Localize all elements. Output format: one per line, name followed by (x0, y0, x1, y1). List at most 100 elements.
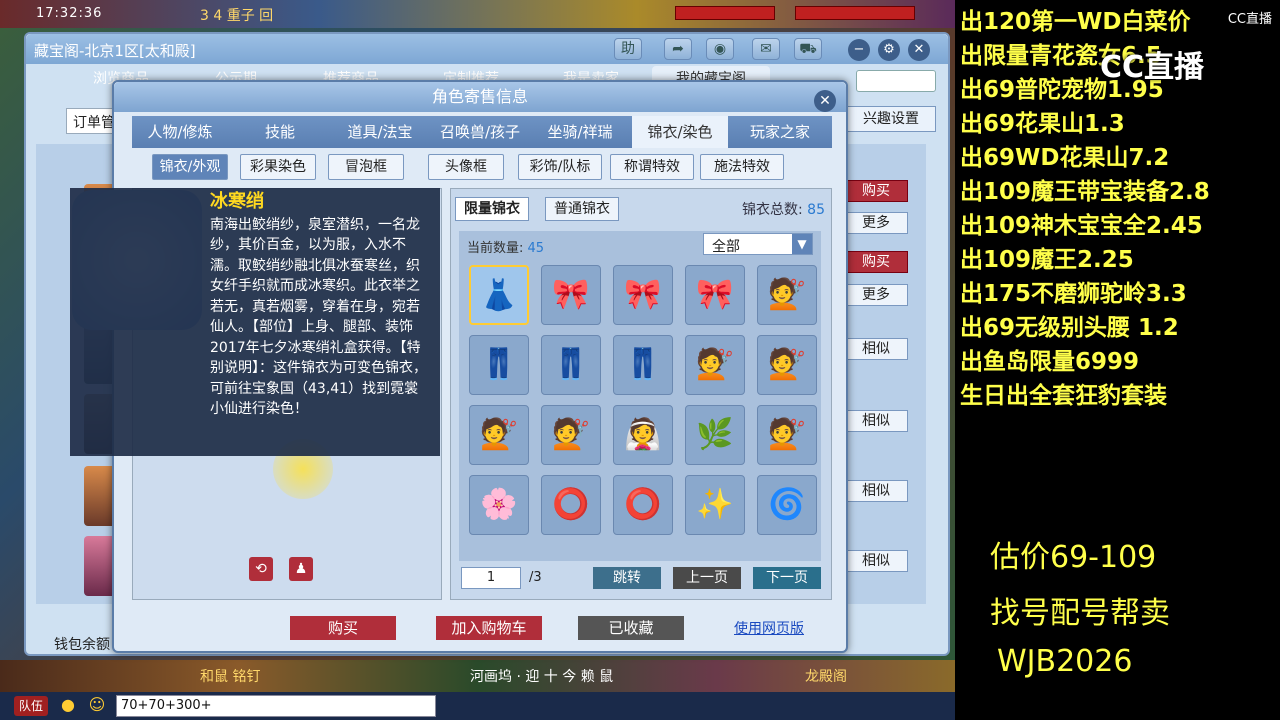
modal-title: 角色寄售信息 (114, 82, 846, 112)
game-top-bar: 17:32:36 3 4 重子 回 (0, 0, 955, 28)
next-page-button[interactable]: 下一页 (753, 567, 821, 589)
subtab-bubble[interactable]: 冒泡框 (328, 154, 404, 180)
settings-icon[interactable]: ⚙ (878, 39, 900, 61)
filter-select[interactable]: 全部 ▼ (703, 233, 813, 255)
subtab-spell-effect[interactable]: 施法特效 (700, 154, 784, 180)
outfit-grid: 当前数量: 45 全部 ▼ 👗 🎀 🎀 🎀 💇 👖 👖 👖 💇 💇 💇 💇 👰 🌿… (459, 231, 821, 561)
share-icon[interactable]: ➦ (664, 38, 692, 60)
scene-label-left: 和鼠 铭钉 (200, 669, 261, 685)
tab-mounts[interactable]: 坐骑/祥瑞 (532, 116, 628, 148)
cc-logo: CC直播 (1227, 12, 1272, 27)
outfit-item[interactable]: 👖 (469, 335, 529, 395)
saved-button[interactable]: 已收藏 (578, 616, 684, 640)
outfit-item[interactable]: 👖 (613, 335, 673, 395)
outfit-item[interactable]: 🎀 (613, 265, 673, 325)
current-count-value: 45 (527, 241, 545, 256)
emoji-icon[interactable]: ☺ (86, 695, 108, 717)
subtab-decoration[interactable]: 彩饰/队标 (518, 154, 602, 180)
outfit-total-label: 锦衣总数: (742, 202, 803, 218)
outfit-item[interactable]: 🌸 (469, 475, 529, 535)
action-icon[interactable]: ♟ (289, 557, 313, 581)
row-similar-button[interactable]: 相似 (844, 338, 908, 360)
search-input[interactable] (856, 70, 936, 92)
outfit-item[interactable]: 💇 (757, 405, 817, 465)
rotate-icon[interactable]: ⟲ (249, 557, 273, 581)
outfit-item[interactable]: 👗 (469, 265, 529, 325)
buy-button[interactable]: 购买 (290, 616, 396, 640)
chat-input[interactable]: 70+70+300+ (116, 695, 436, 717)
add-to-cart-button[interactable]: 加入购物车 (436, 616, 542, 640)
tab-home[interactable]: 玩家之家 (732, 116, 828, 148)
page-total: /3 (529, 570, 542, 585)
help-button[interactable]: 助 (614, 38, 642, 60)
game-top-names: 3 4 重子 回 (200, 8, 274, 24)
sale-line: 出109魔王带宝装备2.8 (960, 179, 1210, 205)
row-buy-button[interactable]: 购买 (844, 251, 908, 273)
outfit-item[interactable]: ✨ (685, 475, 745, 535)
outfit-item[interactable]: 💇 (541, 405, 601, 465)
scene-label-mid: 河画坞 · 迎 十 今 赖 鼠 (470, 669, 614, 685)
row-similar-button[interactable]: 相似 (844, 550, 908, 572)
service-text: 找号配号帮卖 (990, 596, 1170, 631)
prev-page-button[interactable]: 上一页 (673, 567, 741, 589)
estimate-text: 估价69-109 (990, 540, 1157, 575)
row-more-button[interactable]: 更多 (844, 284, 908, 306)
outfit-total: 锦衣总数: 85 (742, 199, 825, 219)
outfit-item[interactable]: 💇 (757, 265, 817, 325)
sale-line: 出109神木宝宝全2.45 (960, 213, 1203, 239)
outfit-item[interactable]: ⭕ (613, 475, 673, 535)
sale-line: 出109魔王2.25 (960, 247, 1134, 273)
tab-limited-outfit[interactable]: 限量锦衣 (455, 197, 529, 221)
sale-line: 出120第一WD白菜价 (960, 9, 1191, 35)
outfit-item[interactable]: ⭕ (541, 475, 601, 535)
record-icon[interactable]: ◉ (706, 38, 734, 60)
tab-character[interactable]: 人物/修炼 (132, 116, 228, 148)
page-input[interactable]: 1 (461, 567, 521, 589)
subtab-outfit[interactable]: 锦衣/外观 (152, 154, 228, 180)
tab-normal-outfit[interactable]: 普通锦衣 (545, 197, 619, 221)
outfit-item[interactable]: 💇 (757, 335, 817, 395)
minimize-icon[interactable]: − (848, 39, 870, 61)
wallet-balance-label: 钱包余额 (54, 637, 110, 653)
subtab-title-effect[interactable]: 称谓特效 (610, 154, 694, 180)
outfit-desc-text: 南海出鲛绡纱，泉室潜织，一名龙纱，其价百金，以为服，入水不濡。取鲛绡纱融北俱冰蚕… (210, 216, 427, 418)
outfit-total-value: 85 (807, 202, 825, 218)
contact-text: WJB2026 (997, 644, 1133, 679)
tab-items[interactable]: 道具/法宝 (332, 116, 428, 148)
outfit-item[interactable]: 🎀 (541, 265, 601, 325)
chat-icon[interactable]: ✉ (752, 38, 780, 60)
outfit-item[interactable]: 👰 (613, 405, 673, 465)
subtab-avatar-frame[interactable]: 头像框 (428, 154, 504, 180)
subtab-dye[interactable]: 彩果染色 (240, 154, 316, 180)
outfit-description: 冰寒绡 南海出鲛绡纱，泉室潜织，一名龙纱，其价百金，以为服，入水不濡。取鲛绡纱融… (70, 188, 440, 456)
microphone-icon[interactable]: ● (58, 695, 78, 717)
outfit-item[interactable]: 👖 (541, 335, 601, 395)
outfit-item[interactable]: 🌀 (757, 475, 817, 535)
row-more-button[interactable]: 更多 (844, 212, 908, 234)
jump-button[interactable]: 跳转 (593, 567, 661, 589)
cart-icon[interactable]: ⛟ (794, 38, 822, 60)
outfit-item[interactable]: 🎀 (685, 265, 745, 325)
modal-tabs: 人物/修炼 技能 道具/法宝 召唤兽/孩子 坐骑/祥瑞 锦衣/染色 玩家之家 (132, 116, 832, 148)
sale-line: 出69WD花果山7.2 (960, 145, 1170, 171)
close-window-icon[interactable]: ✕ (908, 39, 930, 61)
current-count: 当前数量: 45 (467, 237, 544, 256)
chat-bar: 队伍 ● ☺ 70+70+300+ (0, 692, 955, 720)
tab-outfits[interactable]: 锦衣/染色 (632, 116, 728, 148)
tab-skills[interactable]: 技能 (232, 116, 328, 148)
web-version-link[interactable]: 使用网页版 (734, 618, 804, 638)
row-similar-button[interactable]: 相似 (844, 480, 908, 502)
hp-bar-pet (675, 6, 775, 20)
tab-pets[interactable]: 召唤兽/孩子 (432, 116, 528, 148)
outfit-item[interactable]: 🌿 (685, 405, 745, 465)
interest-settings-button[interactable]: 兴趣设置 (846, 106, 936, 132)
row-similar-button[interactable]: 相似 (844, 410, 908, 432)
row-buy-button[interactable]: 购买 (844, 180, 908, 202)
scene-label-right: 龙殿阁 (805, 669, 847, 685)
current-count-label: 当前数量: (467, 241, 524, 256)
close-icon[interactable]: ✕ (814, 90, 836, 112)
outfit-item[interactable]: 💇 (685, 335, 745, 395)
team-button[interactable]: 队伍 (14, 696, 48, 716)
outfit-item[interactable]: 💇 (469, 405, 529, 465)
chevron-down-icon: ▼ (792, 234, 812, 254)
